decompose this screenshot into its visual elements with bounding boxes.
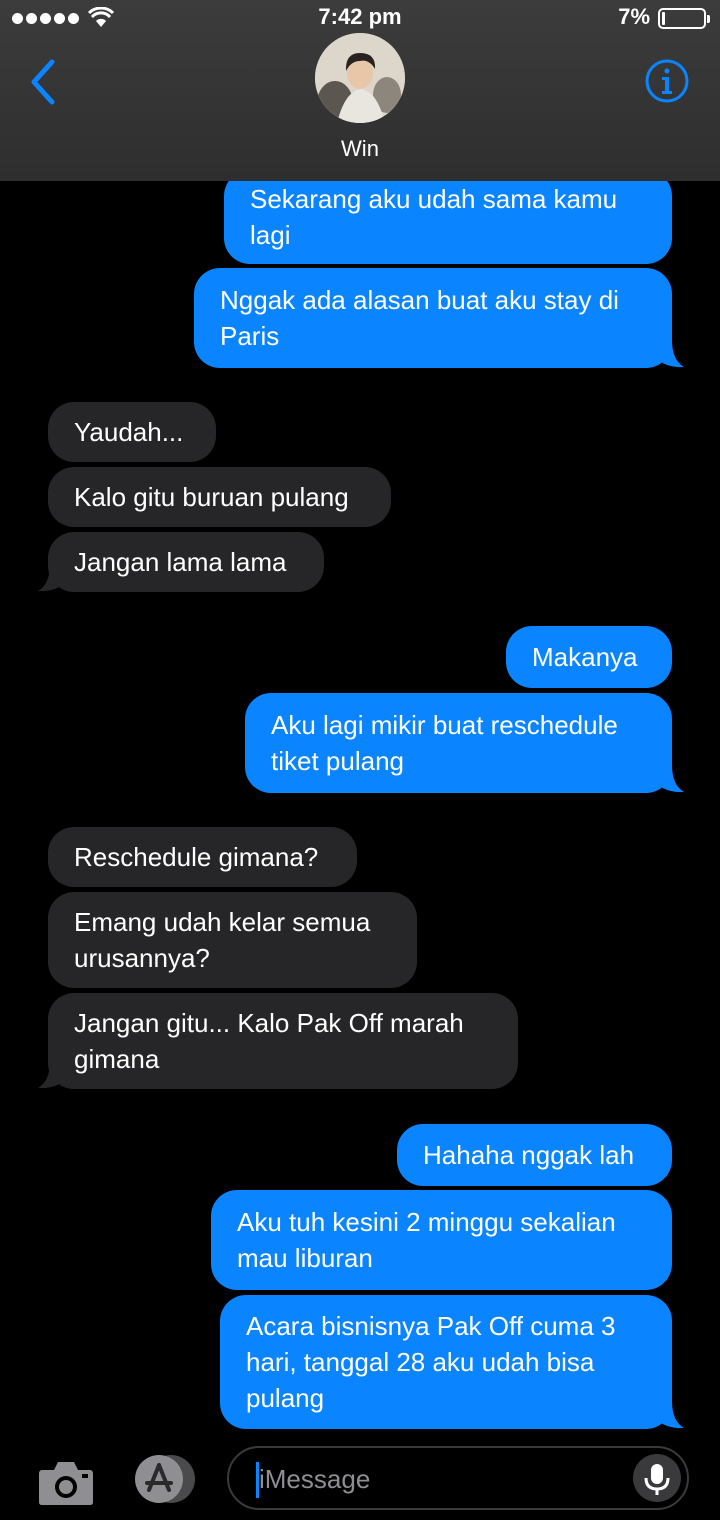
contact-name[interactable]: Win (0, 136, 720, 162)
camera-icon[interactable] (38, 1458, 94, 1506)
message-text: Makanya (532, 642, 638, 672)
message-bubble-sent[interactable]: Acara bisnisnya Pak Off cuma 3 hari, tan… (220, 1295, 672, 1429)
message-text: Jangan lama lama (74, 547, 287, 577)
contact-avatar[interactable] (315, 33, 405, 123)
conversation-header: 7:42 pm 7% Win (0, 0, 720, 181)
message-bubble-received[interactable]: Jangan gitu... Kalo Pak Off marah gimana (48, 993, 518, 1089)
message-text: Aku tuh kesini 2 minggu sekalian mau lib… (237, 1207, 616, 1273)
message-bubble-sent[interactable]: Aku tuh kesini 2 minggu sekalian mau lib… (211, 1190, 672, 1290)
message-bubble-sent[interactable]: Sekarang aku udah sama kamu lagi (224, 170, 672, 264)
message-text: Kalo gitu buruan pulang (74, 482, 349, 512)
message-text: Hahaha nggak lah (423, 1140, 635, 1170)
chevron-left-icon[interactable] (24, 56, 64, 108)
battery-percentage: 7% (618, 4, 650, 29)
app-store-icon[interactable] (131, 1454, 197, 1504)
message-bubble-received[interactable]: Kalo gitu buruan pulang (48, 467, 391, 527)
message-input-placeholder: iMessage (259, 1464, 371, 1494)
info-icon[interactable] (644, 58, 690, 104)
battery-icon (658, 8, 710, 29)
status-time: 7:42 pm (318, 4, 402, 29)
bubble-tail (38, 1061, 66, 1089)
bubble-tail (38, 564, 66, 592)
status-bar: 7:42 pm 7% (0, 0, 720, 36)
message-text: Acara bisnisnya Pak Off cuma 3 hari, tan… (246, 1311, 616, 1413)
microphone-button[interactable] (633, 1454, 681, 1502)
message-text: Jangan gitu... Kalo Pak Off marah gimana (74, 1008, 464, 1074)
message-text: Yaudah... (74, 417, 184, 447)
message-bubble-received[interactable]: Emang udah kelar semua urusannya? (48, 892, 417, 988)
message-bubble-sent[interactable]: Hahaha nggak lah (397, 1124, 672, 1186)
message-text: Nggak ada alasan buat aku stay di Paris (220, 285, 619, 351)
message-text: Sekarang aku udah sama kamu lagi (250, 184, 618, 250)
bubble-tail (656, 340, 684, 368)
message-bubble-sent[interactable]: Nggak ada alasan buat aku stay di Paris (194, 268, 672, 368)
message-input[interactable]: iMessage (227, 1446, 689, 1510)
message-bubble-received[interactable]: Jangan lama lama (48, 532, 324, 592)
message-bubble-received[interactable]: Reschedule gimana? (48, 827, 357, 887)
message-bubble-sent[interactable]: Makanya (506, 626, 672, 688)
message-text: Aku lagi mikir buat reschedule tiket pul… (271, 710, 618, 776)
bubble-tail (656, 765, 684, 793)
message-bubble-received[interactable]: Yaudah... (48, 402, 216, 462)
microphone-icon (644, 1464, 670, 1495)
message-text: Reschedule gimana? (74, 842, 319, 872)
message-bubble-sent[interactable]: Aku lagi mikir buat reschedule tiket pul… (245, 693, 672, 793)
message-text: Emang udah kelar semua urusannya? (74, 907, 371, 973)
contact-photo (315, 33, 405, 123)
bubble-tail (656, 1401, 684, 1429)
